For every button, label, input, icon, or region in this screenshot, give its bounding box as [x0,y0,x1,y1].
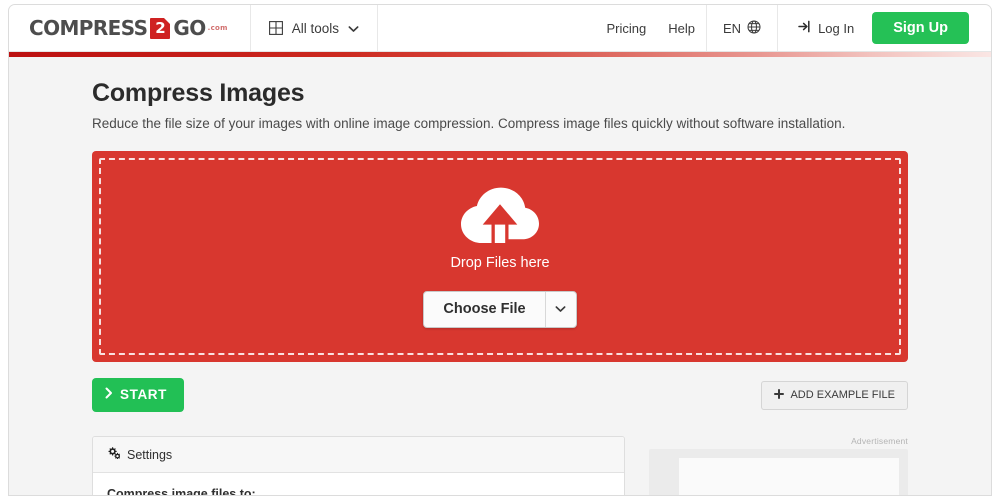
settings-panel-body: Compress image files to: [93,473,624,496]
add-example-file-button[interactable]: ADD EXAMPLE FILE [761,380,908,410]
settings-panel-header: Settings [93,437,624,473]
browser-window-frame: COMPRESS 2 GO .com All tools Pricing Hel… [8,4,992,496]
logo-text-compress: COMPRESS [29,16,148,40]
advertisement-inner [679,458,899,495]
site-logo[interactable]: COMPRESS 2 GO .com [9,5,251,51]
language-selector[interactable]: EN [706,5,779,51]
start-button[interactable]: START [92,378,184,412]
grid-icon [268,21,283,35]
cloud-upload-icon [461,186,539,246]
file-dropzone[interactable]: Drop Files here Choose File [92,151,908,362]
drop-files-label: Drop Files here [450,254,550,271]
settings-panel-title: Settings [127,447,173,462]
logo-badge-two: 2 [150,17,171,39]
chevron-down-icon [348,21,359,36]
plus-icon [774,388,785,402]
logo-badge-label: 2 [155,18,166,37]
action-row: START ADD EXAMPLE FILE [92,378,908,412]
dropzone-inner-border: Drop Files here Choose File [99,158,901,355]
start-button-label: START [120,387,167,402]
header-spacer [378,5,595,51]
login-button[interactable]: Log In [778,5,868,51]
choose-file-dropdown-toggle[interactable] [544,291,576,327]
signup-cell: Sign Up [868,5,991,51]
site-header: COMPRESS 2 GO .com All tools Pricing Hel… [9,5,991,52]
all-tools-menu[interactable]: All tools [251,5,379,51]
page-subtitle: Reduce the file size of your images with… [92,116,846,131]
signup-button[interactable]: Sign Up [872,12,969,44]
content-container: Compress Images Reduce the file size of … [92,79,908,496]
choose-file-label[interactable]: Choose File [424,292,544,327]
settings-panel: Settings Compress image files to: [92,436,625,496]
login-arrow-icon [798,20,812,36]
nav-link-pricing[interactable]: Pricing [596,5,658,51]
advertisement-column: Advertisement [649,436,908,495]
bottom-row: Settings Compress image files to: Advert… [92,436,908,496]
chevron-right-icon [105,387,113,402]
all-tools-label: All tools [291,20,340,36]
language-label: EN [723,20,742,36]
globe-icon [747,19,761,37]
logo-text-tld: .com [207,24,228,32]
chevron-down-icon [555,300,566,318]
choose-file-button[interactable]: Choose File [423,290,577,328]
page-title: Compress Images [92,79,305,107]
main-content: Compress Images Reduce the file size of … [9,57,991,496]
gears-icon [107,447,121,462]
nav-link-help[interactable]: Help [657,5,706,51]
advertisement-placeholder[interactable] [649,449,908,495]
advertisement-label: Advertisement [851,436,908,446]
add-example-file-label: ADD EXAMPLE FILE [790,389,895,401]
compress-target-label: Compress image files to: [107,487,256,496]
logo-text-go: GO [173,16,206,40]
login-label: Log In [818,20,855,36]
